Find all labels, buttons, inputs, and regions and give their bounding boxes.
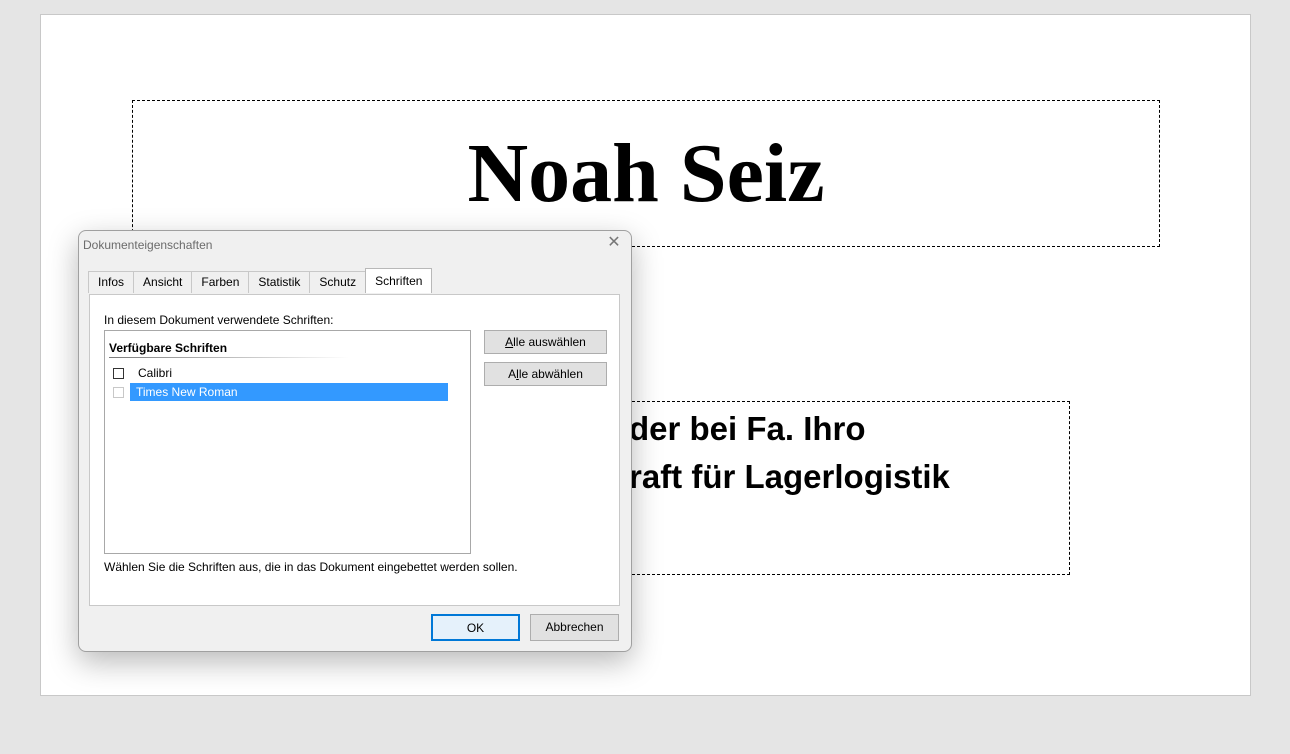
tab-infos[interactable]: Infos <box>88 271 135 293</box>
font-name-selected: Times New Roman <box>130 383 448 401</box>
dialog-title: Dokumenteigenschaften <box>83 238 213 252</box>
list-item[interactable]: Times New Roman <box>113 383 448 401</box>
tab-schutz[interactable]: Schutz <box>309 271 367 293</box>
available-fonts-header: Verfügbare Schriften <box>109 341 228 355</box>
times-new-roman-checkbox[interactable] <box>113 386 124 398</box>
slide-title: Noah Seiz <box>467 127 825 220</box>
fonts-panel: In diesem Dokument verwendete Schriften:… <box>89 294 620 606</box>
title-placeholder[interactable]: Noah Seiz <box>132 100 1160 247</box>
font-name: Calibri <box>138 366 173 380</box>
body-text-line-1: der bei Fa. Ihro <box>629 410 866 447</box>
cancel-button[interactable]: Abbrechen <box>530 614 619 641</box>
body-text-line-2: raft für Lagerlogistik <box>629 458 950 495</box>
body-placeholder[interactable]: der bei Fa. Ihro raft für Lagerlogistik <box>612 401 1070 575</box>
tab-ansicht[interactable]: Ansicht <box>133 271 193 293</box>
embed-hint-text: Wählen Sie die Schriften aus, die in das… <box>104 560 518 574</box>
ok-button[interactable]: OK <box>431 614 520 641</box>
tab-statistik[interactable]: Statistik <box>248 271 311 293</box>
tab-schriften[interactable]: Schriften <box>365 268 433 293</box>
deselect-all-button[interactable]: Alle abwählen <box>484 362 607 386</box>
fonts-listbox[interactable]: Verfügbare Schriften Calibri Times New R… <box>104 330 471 554</box>
tab-bar: Infos Ansicht Farben Statistik Schutz Sc… <box>88 268 433 294</box>
tab-farben[interactable]: Farben <box>191 271 250 293</box>
calibri-checkbox[interactable] <box>113 367 124 379</box>
select-all-button[interactable]: Alle auswählen <box>484 330 607 354</box>
list-item[interactable]: Calibri <box>113 364 172 382</box>
fonts-used-label: In diesem Dokument verwendete Schriften: <box>104 313 334 327</box>
header-divider <box>109 357 349 358</box>
close-icon[interactable]: ✕ <box>605 234 623 252</box>
document-properties-dialog: Dokumenteigenschaften ✕ Infos Ansicht Fa… <box>78 230 632 652</box>
